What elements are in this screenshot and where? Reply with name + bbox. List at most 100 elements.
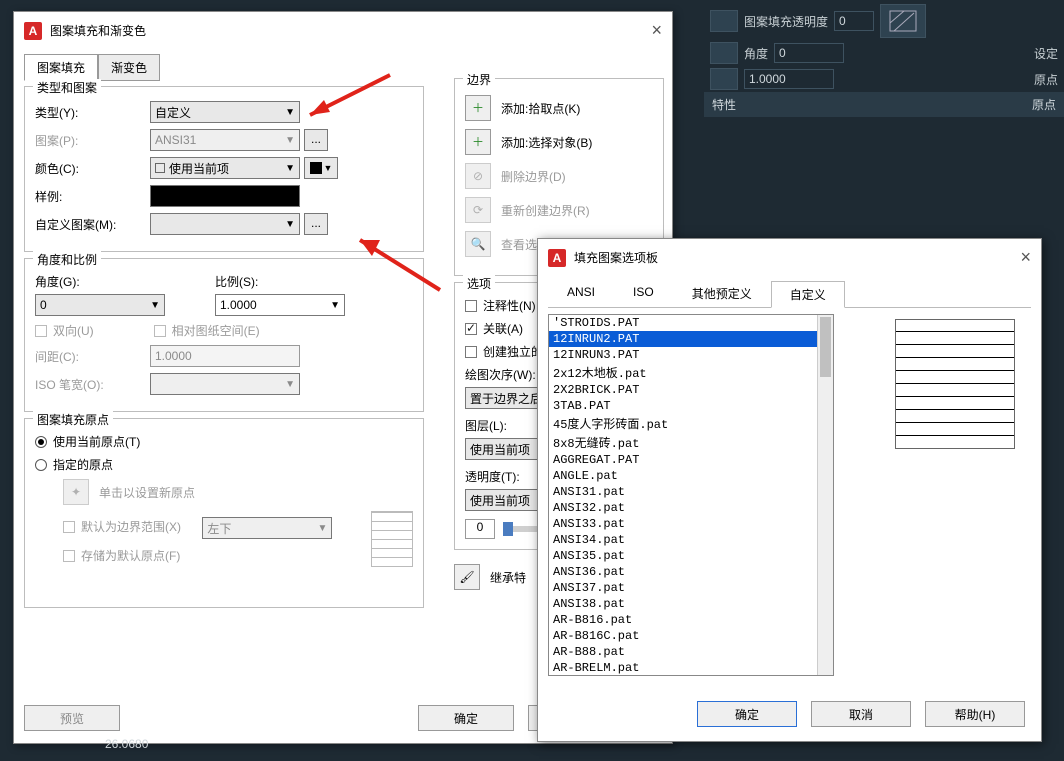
custom-pattern-select[interactable]: ▼: [150, 213, 300, 235]
tab-custom[interactable]: 自定义: [771, 281, 845, 308]
dlg1-close-icon[interactable]: ×: [651, 20, 662, 41]
list-item[interactable]: ANSI34.pat: [549, 532, 833, 548]
annotative-checkbox[interactable]: 注释性(N): [465, 297, 536, 314]
list-item[interactable]: ANSI37.pat: [549, 580, 833, 596]
list-item[interactable]: ANSI38.pat: [549, 596, 833, 612]
chevron-down-icon: ▼: [285, 163, 295, 174]
color-value: 使用当前项: [169, 160, 229, 177]
dlg2-cancel-button[interactable]: 取消: [811, 701, 911, 727]
list-item[interactable]: ANGLE.pat: [549, 468, 833, 484]
layer-value: 使用当前项: [470, 441, 530, 458]
ribbon-btn-2[interactable]: [710, 42, 738, 64]
add-pick-icon[interactable]: ＋: [465, 95, 491, 121]
ribbon-hatch-preview[interactable]: [880, 4, 926, 38]
legend-type-pattern: 类型和图案: [33, 79, 101, 96]
ribbon-btn-3[interactable]: [710, 68, 738, 90]
list-item[interactable]: AR-B816.pat: [549, 612, 833, 628]
autocad-icon: A: [548, 249, 566, 267]
chevron-down-icon: ▼: [285, 379, 295, 390]
spacing-label: 间距(C):: [35, 348, 150, 365]
color-select[interactable]: 使用当前项 ▼: [150, 157, 300, 179]
associative-checkbox[interactable]: 关联(A): [465, 320, 523, 337]
list-item[interactable]: AR-B816C.pat: [549, 628, 833, 644]
listbox-scrollbar[interactable]: [817, 315, 833, 675]
ribbon-angle-value[interactable]: [774, 43, 844, 63]
type-select[interactable]: 自定义▼: [150, 101, 300, 123]
pattern-select: ANSI31▼: [150, 129, 300, 151]
list-item[interactable]: 12INRUN3.PAT: [549, 347, 833, 363]
inherit-icon[interactable]: 🖌: [454, 564, 480, 590]
list-item[interactable]: 12INRUN2.PAT: [549, 331, 833, 347]
angle-label: 角度(G):: [35, 273, 185, 290]
list-item[interactable]: 8x8无缝砖.pat: [549, 433, 833, 452]
tab-gradient[interactable]: 渐变色: [98, 54, 160, 81]
dlg2-title: 填充图案选项板: [574, 249, 658, 266]
autocad-icon: A: [24, 22, 42, 40]
ribbon-transparency-value[interactable]: [834, 11, 874, 31]
legend-angle-scale: 角度和比例: [33, 251, 101, 268]
dlg1-title: 图案填充和渐变色: [50, 22, 146, 39]
type-label: 类型(Y):: [35, 104, 150, 121]
draworder-value: 置于边界之后: [470, 390, 542, 407]
ribbon-tab-origin[interactable]: 原点: [1032, 96, 1056, 113]
pattern-browse-button: ...: [304, 129, 328, 151]
radio-specified-origin[interactable]: 指定的原点: [35, 456, 113, 473]
recreate-boundary-icon: ⟳: [465, 197, 491, 223]
origin-position-value: 左下: [207, 520, 231, 537]
ok-button[interactable]: 确定: [418, 705, 514, 731]
list-item[interactable]: 2X2BRICK.PAT: [549, 382, 833, 398]
list-item[interactable]: ANSI35.pat: [549, 548, 833, 564]
list-item[interactable]: AR-BRELM.pat: [549, 660, 833, 676]
default-boundary-checkbox: 默认为边界范围(X): [63, 518, 181, 535]
transparency-number: 0: [465, 519, 495, 539]
chevron-down-icon: ▼: [285, 107, 295, 118]
color-swatch-icon: [310, 162, 322, 174]
swatch-preview[interactable]: [150, 185, 300, 207]
bgcolor-button[interactable]: ▼: [304, 157, 338, 179]
ribbon-tab-props[interactable]: 特性: [712, 96, 736, 113]
list-item[interactable]: 3TAB.PAT: [549, 398, 833, 414]
list-item[interactable]: ANSI32.pat: [549, 500, 833, 516]
dlg2-help-button[interactable]: 帮助(H): [925, 701, 1025, 727]
tab-hatch[interactable]: 图案填充: [24, 54, 98, 81]
relative-paper-checkbox: 相对图纸空间(E): [154, 322, 260, 339]
list-item[interactable]: ANSI31.pat: [549, 484, 833, 500]
pattern-preview-pane: [895, 319, 1015, 449]
preview-button[interactable]: 预览: [24, 705, 120, 731]
origin-preview-icon: [371, 511, 413, 567]
chevron-down-icon: ▼: [285, 219, 295, 230]
dlg2-ok-button[interactable]: 确定: [697, 701, 797, 727]
hatch-pattern-swatch[interactable]: [710, 10, 738, 32]
list-item[interactable]: AR-B88.pat: [549, 644, 833, 660]
ribbon-origin-label: 原点: [1034, 71, 1058, 88]
add-select-icon[interactable]: ＋: [465, 129, 491, 155]
list-item[interactable]: 2x12木地板.pat: [549, 363, 833, 382]
status-coordinate: 26.0680: [105, 737, 148, 751]
pattern-listbox[interactable]: 'STROIDS.PAT12INRUN2.PAT12INRUN3.PAT2x12…: [548, 314, 834, 676]
add-select-label: 添加:选择对象(B): [501, 134, 592, 151]
tab-iso[interactable]: ISO: [614, 280, 673, 307]
list-item[interactable]: 'STROIDS.PAT: [549, 315, 833, 331]
list-item[interactable]: ANSI36.pat: [549, 564, 833, 580]
dlg2-close-icon[interactable]: ×: [1020, 247, 1031, 268]
color-label: 颜色(C):: [35, 160, 150, 177]
pattern-preview-swatch: [895, 319, 1015, 449]
scale-value: 1.0000: [220, 298, 257, 312]
scale-select[interactable]: 1.0000▼: [215, 294, 345, 316]
tab-other[interactable]: 其他预定义: [673, 280, 771, 307]
legend-boundary: 边界: [463, 71, 495, 88]
angle-value: 0: [40, 298, 47, 312]
list-item[interactable]: ANSI33.pat: [549, 516, 833, 532]
legend-origin: 图案填充原点: [33, 411, 113, 428]
angle-select[interactable]: 0▼: [35, 294, 165, 316]
ribbon-transparency-label: 图案填充透明度: [744, 13, 828, 30]
tab-ansi[interactable]: ANSI: [548, 280, 614, 307]
group-type-pattern: 类型和图案 类型(Y): 自定义▼ 图案(P): ANSI31▼ ... 颜色(…: [24, 86, 424, 252]
radio-use-current-origin[interactable]: 使用当前原点(T): [35, 433, 140, 450]
ribbon-scale-value[interactable]: [744, 69, 834, 89]
custom-pattern-browse-button[interactable]: ...: [304, 213, 328, 235]
list-item[interactable]: AGGREGAT.PAT: [549, 452, 833, 468]
group-angle-scale: 角度和比例 角度(G): 0▼ 比例(S): 1.0000▼ 双向(U) 相对图…: [24, 258, 424, 412]
list-item[interactable]: 45度人字形砖面.pat: [549, 414, 833, 433]
separate-checkbox[interactable]: 创建独立的: [465, 343, 543, 360]
